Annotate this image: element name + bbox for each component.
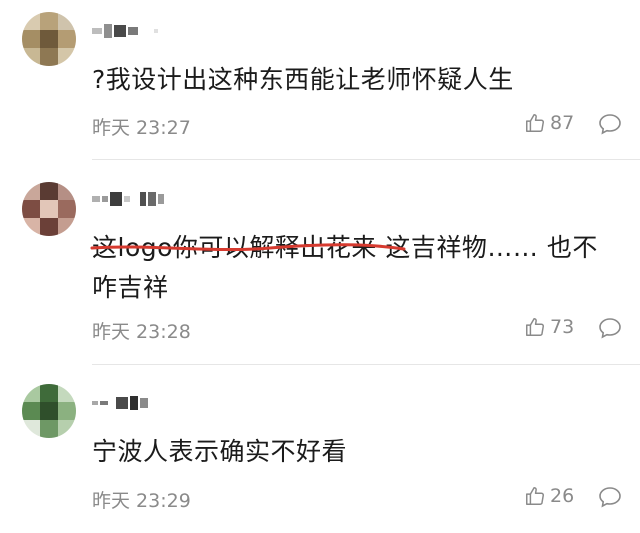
like-count: 26 [550, 485, 575, 507]
username-pixelated[interactable] [92, 390, 148, 416]
comment-bubble-icon [599, 487, 621, 508]
like-button[interactable]: 26 [524, 485, 574, 507]
thumbs-up-icon [526, 487, 544, 505]
avatar[interactable] [22, 384, 76, 438]
comment-text: 宁波人表示确实不好看 [92, 437, 348, 466]
comment-timestamp: 昨天 23:29 [92, 490, 191, 512]
comment-item: 宁波人表示确实不好看 昨天 23:29 26 [0, 0, 640, 533]
reply-button[interactable] [598, 486, 622, 512]
